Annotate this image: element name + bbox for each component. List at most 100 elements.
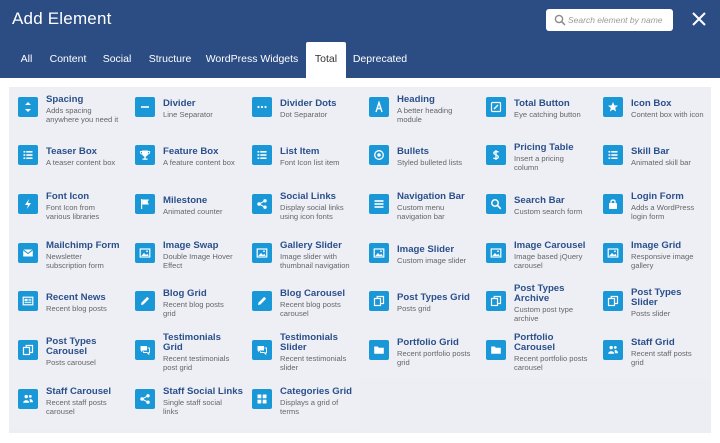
close-icon[interactable] <box>690 10 708 28</box>
tab-social[interactable]: Social <box>96 42 138 78</box>
element-description: Effect <box>163 261 183 270</box>
element-card-bullets[interactable]: Bullets Styled bulleted lists <box>360 135 477 183</box>
element-description: Custom post type <box>514 304 574 314</box>
element-description: carousel <box>514 261 543 270</box>
element-description: A teaser content box <box>46 158 116 168</box>
element-card-divider[interactable]: Divider Line Separator <box>126 87 243 135</box>
element-description: Recent portfolio posts <box>514 353 588 363</box>
element-card-pricing-table[interactable]: Pricing Table Insert a pricing column <box>477 135 594 183</box>
element-card-social-links[interactable]: Social Links Display social links using ic… <box>243 184 360 232</box>
tab-structure[interactable]: Structure <box>142 42 198 78</box>
element-description: gallery <box>631 261 654 270</box>
element-card-recent-news[interactable]: Recent News Recent blog posts <box>9 281 126 329</box>
list-icon <box>252 145 272 165</box>
element-description: Display social links <box>280 202 344 212</box>
spacing-icon <box>18 97 38 117</box>
element-card-icon-box[interactable]: Icon Box Content box with icon <box>594 87 711 135</box>
element-card-staff-social-links[interactable]: Staff Social Links Single staff social lin… <box>126 379 243 427</box>
element-card-portfolio-carousel[interactable]: Portfolio Carousel Recent portfolio posts c… <box>477 330 594 378</box>
element-card-image-carousel[interactable]: Image Carousel Image based jQuery carousel <box>477 233 594 281</box>
element-title: Blog Carousel <box>280 287 346 299</box>
tab-content[interactable]: Content <box>44 42 92 78</box>
element-title: Categories Grid <box>280 385 352 397</box>
element-description: anywhere you need it <box>46 115 119 124</box>
element-description: thumbnail navigation <box>280 261 350 270</box>
element-card-heading[interactable]: Heading A better heading module <box>360 87 477 135</box>
element-card-testimonials-grid[interactable]: Testimonials Grid Recent testimonials post … <box>126 330 243 378</box>
element-title: Bullets <box>397 146 429 158</box>
element-card-testimonials-slider[interactable]: Testimonials Slider Recent testimonials sli… <box>243 330 360 378</box>
element-title: Divider <box>163 98 196 110</box>
element-description: column <box>514 163 539 172</box>
element-card-navigation-bar[interactable]: Navigation Bar Custom menu navigation bar <box>360 184 477 232</box>
element-card-search-bar[interactable]: Search Bar Custom search form <box>477 184 594 232</box>
element-card-post-types-grid[interactable]: Post Types Grid Posts grid <box>360 281 477 329</box>
element-card-list-item[interactable]: List Item Font Icon list item <box>243 135 360 183</box>
element-title: Recent News <box>46 292 106 304</box>
element-description: Custom search form <box>514 207 583 217</box>
element-description: subscription form <box>46 261 104 270</box>
element-description: various libraries <box>46 212 100 221</box>
element-card-portfolio-grid[interactable]: Portfolio Grid Recent portfolio posts grid <box>360 330 477 378</box>
grid-icon <box>252 389 272 409</box>
element-card-divider-dots[interactable]: Divider Dots Dot Separator <box>243 87 360 135</box>
element-title: Image Carousel <box>514 239 586 251</box>
element-card-teaser-box[interactable]: Teaser Box A teaser content box <box>9 135 126 183</box>
heading-icon <box>369 97 389 117</box>
divider-dots-icon <box>252 97 272 117</box>
element-card-mailchimp-form[interactable]: Mailchimp Form Newsletter subscription for… <box>9 233 126 281</box>
element-description: Displays a grid of <box>280 397 339 407</box>
tab-total[interactable]: Total <box>306 42 346 78</box>
element-card-post-types-slider[interactable]: Post Types Slider Posts slider <box>594 281 711 329</box>
element-title: Post Types <box>514 282 565 294</box>
element-card-milestone[interactable]: Milestone Animated counter <box>126 184 243 232</box>
element-card-staff-carousel[interactable]: Staff Carousel Recent staff posts carousel <box>9 379 126 427</box>
tab-wordpress-widgets[interactable]: WordPress Widgets <box>202 42 302 78</box>
element-title: Skill Bar <box>631 146 670 158</box>
element-title: Archive <box>514 292 550 304</box>
image-icon <box>369 243 389 263</box>
modal-header: Add Element AllContentSocialStructureWor… <box>0 0 720 78</box>
element-card-image-grid[interactable]: Image Grid Responsive image gallery <box>594 233 711 281</box>
element-description: Insert a pricing <box>514 153 564 163</box>
element-card-skill-bar[interactable]: Skill Bar Animated skill bar <box>594 135 711 183</box>
element-card-blog-grid[interactable]: Blog Grid Recent blog posts grid <box>126 281 243 329</box>
element-card-total-button[interactable]: Total Button Eye catching button <box>477 87 594 135</box>
element-card-post-types-carousel[interactable]: Post Types Carousel Posts carousel <box>9 330 126 378</box>
pencil-icon <box>135 291 155 311</box>
element-card-categories-grid[interactable]: Categories Grid Displays a grid of terms <box>243 379 360 427</box>
element-card-image-swap[interactable]: Image Swap Double Image Hover Effect <box>126 233 243 281</box>
element-card-spacing[interactable]: Spacing Adds spacing anywhere you need it <box>9 87 126 135</box>
tab-all[interactable]: All <box>11 42 42 78</box>
element-description: Custom menu <box>397 202 445 212</box>
element-description: Posts slider <box>631 309 671 319</box>
search-input[interactable] <box>568 11 670 29</box>
element-description: Recent staff posts <box>46 397 107 407</box>
search-box[interactable] <box>546 9 673 31</box>
search-icon <box>486 194 506 214</box>
element-card-blog-carousel[interactable]: Blog Carousel Recent blog posts carousel <box>243 281 360 329</box>
element-description: Posts carousel <box>46 358 96 368</box>
element-title: Pricing Table <box>514 141 574 153</box>
element-card-font-icon[interactable]: Font Icon Font Icon from various libraries <box>9 184 126 232</box>
element-title: Feature Box <box>163 146 219 158</box>
element-title: Grid <box>163 341 183 353</box>
image-icon <box>135 243 155 263</box>
element-description: grid <box>163 309 176 318</box>
element-card-staff-grid[interactable]: Staff Grid Recent staff posts grid <box>594 330 711 378</box>
element-card-feature-box[interactable]: Feature Box A feature content box <box>126 135 243 183</box>
element-card-post-types-archive[interactable]: Post Types Archive Custom post type archive <box>477 281 594 329</box>
element-description: Recent blog posts <box>46 304 107 314</box>
folder-icon <box>369 340 389 360</box>
element-description: terms <box>280 407 299 416</box>
element-title: Portfolio <box>514 331 554 343</box>
list-icon <box>18 145 38 165</box>
element-description: carousel <box>46 407 75 416</box>
element-title: Image Swap <box>163 239 219 251</box>
element-title: Login Form <box>631 190 684 202</box>
element-card-image-slider[interactable]: Image Slider Custom image slider <box>360 233 477 281</box>
tab-deprecated[interactable]: Deprecated <box>348 42 412 78</box>
element-card-gallery-slider[interactable]: Gallery Slider Image slider with thumbnail… <box>243 233 360 281</box>
element-title: Testimonials <box>280 331 338 343</box>
element-card-login-form[interactable]: Login Form Adds a WordPress login form <box>594 184 711 232</box>
